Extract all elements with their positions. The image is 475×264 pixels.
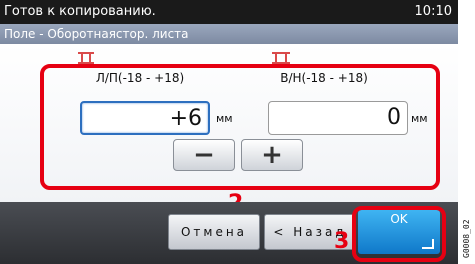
step-3-label: 3 — [334, 229, 350, 254]
ok-button-highlight — [352, 206, 446, 262]
status-message: Готов к копированию. — [4, 4, 156, 19]
margin-fields-highlight — [40, 64, 440, 190]
figure-code: G0008_02 — [462, 219, 471, 258]
status-bar: Готов к копированию. 10:10 — [0, 0, 458, 24]
clock: 10:10 — [414, 4, 452, 19]
top-bottom-margin-icon — [272, 52, 290, 64]
cancel-button[interactable]: Отмена — [168, 214, 260, 250]
screen-title-bar: Поле - Оборотнаястор. листа — [0, 24, 458, 44]
screen-title: Поле - Оборотнаястор. листа — [4, 27, 189, 41]
left-right-margin-icon — [78, 52, 94, 64]
